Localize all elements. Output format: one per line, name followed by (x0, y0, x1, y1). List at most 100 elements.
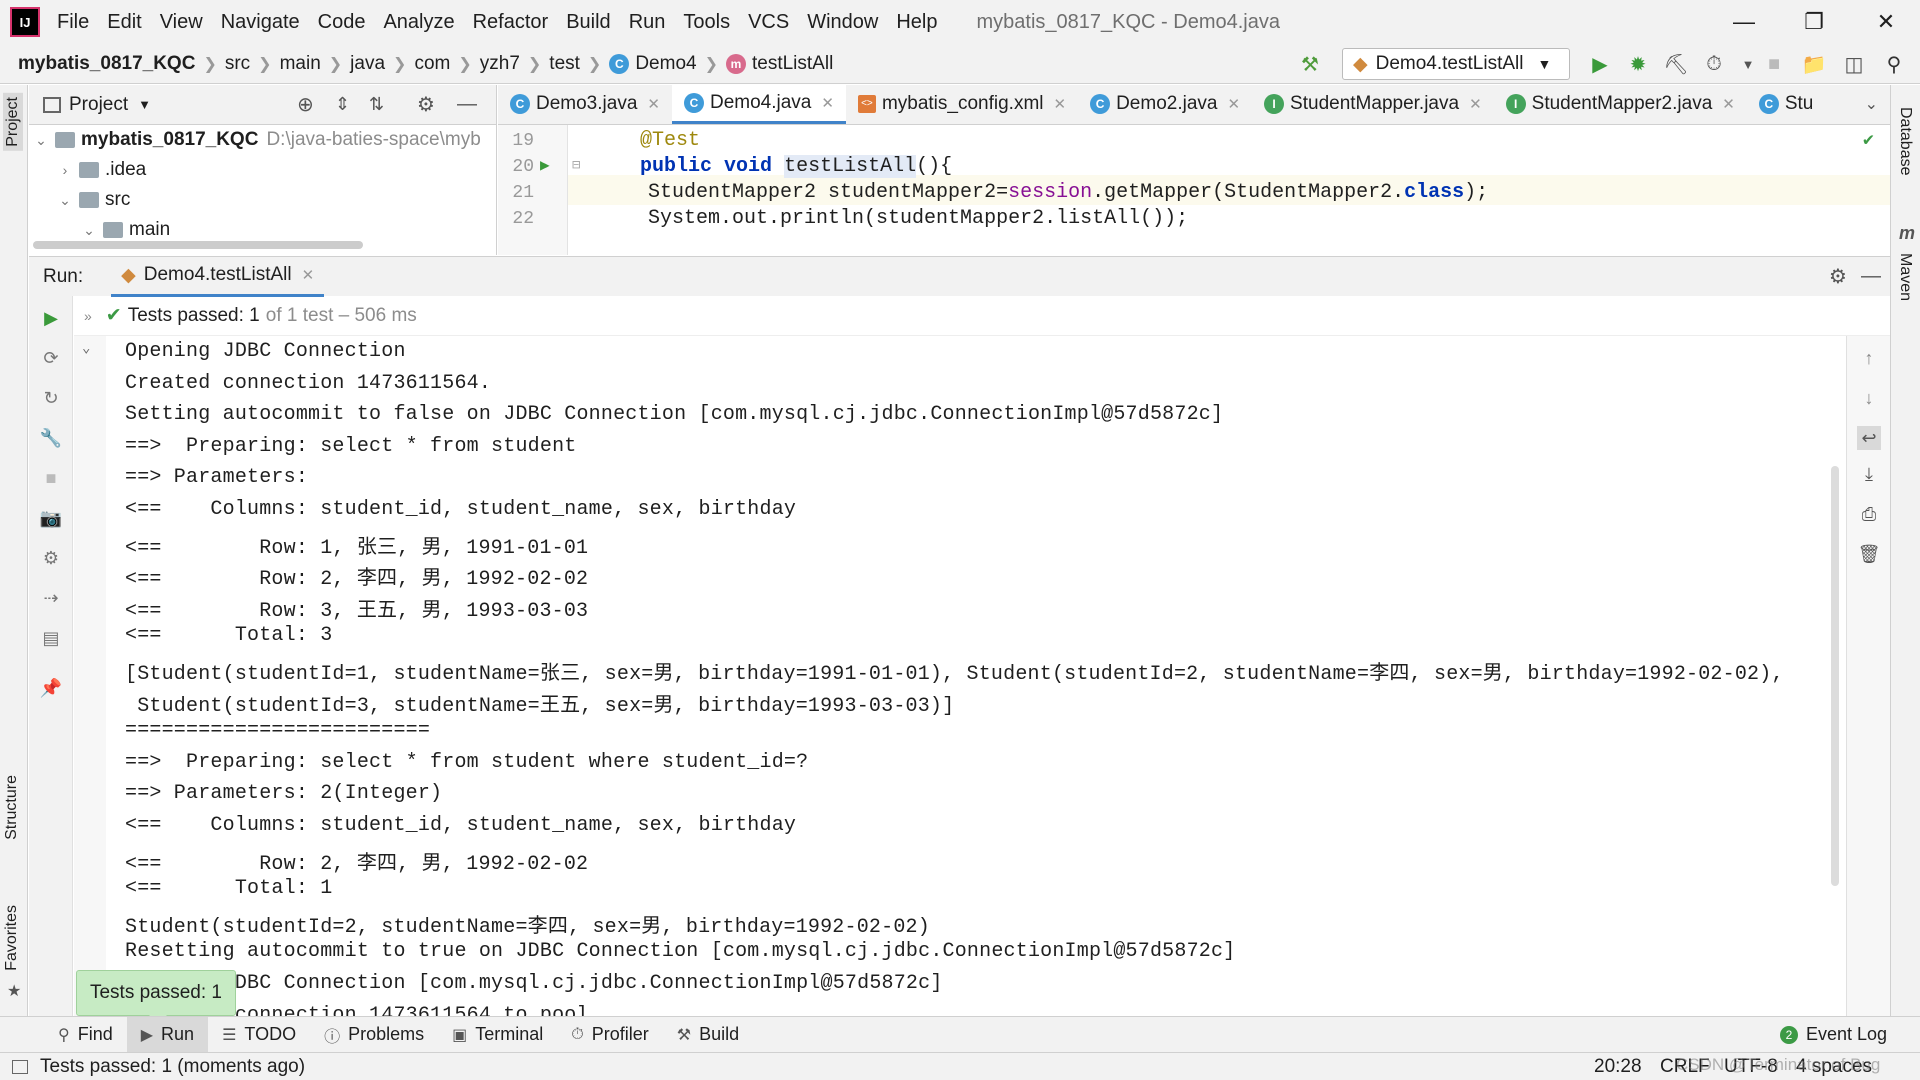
breadcrumb-class[interactable]: Demo4 (635, 53, 696, 75)
hide-panel-icon[interactable]: — (457, 93, 477, 116)
coverage-icon[interactable]: ⛏ (1662, 50, 1690, 78)
restore-icon[interactable]: ❐ (1784, 0, 1844, 44)
menu-navigate[interactable]: Navigate (212, 11, 309, 34)
chevron-down-icon[interactable]: ⌄ (81, 222, 97, 239)
tree-item-src[interactable]: ⌄ src (29, 185, 496, 215)
inspection-ok-icon[interactable]: ✔ (1863, 129, 1874, 151)
rerun-failed-icon[interactable]: ⟳ (39, 346, 63, 370)
fold-icon[interactable]: ⊟ (572, 157, 580, 174)
stop-icon[interactable]: ■ (1760, 50, 1788, 78)
profile-icon[interactable]: ⏱ (1700, 50, 1728, 78)
chevron-down-icon[interactable]: ⌄ (33, 132, 49, 149)
tab-stu[interactable]: C Stu (1747, 85, 1826, 124)
run-configuration-select[interactable]: ◆ Demo4.testListAll ▼ (1342, 48, 1570, 80)
structure-tool-tab[interactable]: Structure (3, 775, 21, 840)
layout-icon[interactable]: ◫ (1840, 50, 1868, 78)
breadcrumb-main[interactable]: main (280, 53, 321, 75)
expand-all-icon[interactable]: ⇕ (335, 94, 350, 115)
menu-analyze[interactable]: Analyze (374, 11, 463, 34)
chevron-right-icon[interactable]: › (57, 162, 73, 178)
run-test-gutter-icon[interactable]: ▶ (540, 155, 550, 175)
stop-icon[interactable]: ■ (39, 466, 63, 490)
menu-file[interactable]: File (48, 11, 98, 34)
tool-terminal[interactable]: ▣ Terminal (438, 1017, 557, 1053)
menu-code[interactable]: Code (309, 11, 375, 34)
toggle-autotest-icon[interactable]: ↻ (39, 386, 63, 410)
tree-item-idea[interactable]: › .idea (29, 155, 496, 185)
caret-position[interactable]: 20:28 (1594, 1056, 1642, 1078)
print-icon[interactable]: ⎙ (1857, 502, 1881, 526)
camera-icon[interactable]: 📷 (39, 506, 63, 530)
expand-icon[interactable]: » (84, 308, 92, 324)
breadcrumb-project[interactable]: mybatis_0817_KQC (18, 53, 195, 75)
tab-studentmapper[interactable]: I StudentMapper.java ✕ (1252, 85, 1494, 124)
project-panel-title[interactable]: Project (69, 94, 128, 116)
tab-demo3[interactable]: C Demo3.java ✕ (498, 85, 672, 124)
tool-build[interactable]: ⚒ Build (663, 1017, 753, 1053)
soft-wrap-icon[interactable]: ↩ (1857, 426, 1881, 450)
pin-icon[interactable]: 📌 (39, 676, 63, 700)
wrench-icon[interactable]: 🔧 (39, 426, 63, 450)
arrow-up-icon[interactable]: ↑ (1857, 346, 1881, 370)
rerun-icon[interactable]: ▶ (39, 306, 63, 330)
tab-demo2[interactable]: C Demo2.java ✕ (1078, 85, 1252, 124)
debug-icon[interactable]: ✹ (1624, 50, 1652, 78)
tool-profiler[interactable]: ⏱ Profiler (557, 1017, 663, 1053)
gear-icon[interactable]: ⚙ (1829, 264, 1847, 289)
console-scrollbar[interactable] (1831, 466, 1839, 886)
tool-find[interactable]: ⚲ Find (44, 1017, 127, 1053)
status-message[interactable]: Tests passed: 1 (moments ago) (40, 1056, 305, 1078)
settings-icon[interactable]: ⚙ (39, 546, 63, 570)
run-tab[interactable]: ◆ Demo4.testListAll ✕ (111, 257, 325, 297)
menu-build[interactable]: Build (557, 11, 619, 34)
favorites-tool-tab[interactable]: Favorites (3, 905, 21, 971)
minimize-icon[interactable]: — (1714, 0, 1774, 44)
tab-demo4[interactable]: C Demo4.java ✕ (671, 85, 846, 124)
close-tab-icon[interactable]: ✕ (1227, 95, 1240, 113)
horizontal-scrollbar[interactable] (33, 241, 363, 249)
chevron-down-icon[interactable]: ⌄ (57, 192, 73, 209)
breadcrumb-com[interactable]: com (414, 53, 450, 75)
menu-edit[interactable]: Edit (98, 11, 150, 34)
tab-mybatis-config[interactable]: <> mybatis_config.xml ✕ (846, 85, 1078, 124)
menu-help[interactable]: Help (887, 11, 946, 34)
breadcrumb-java[interactable]: java (350, 53, 385, 75)
search-icon[interactable]: ⚲ (1880, 50, 1908, 78)
more-run-chevron-icon[interactable]: ▼ (1734, 50, 1762, 78)
import-icon[interactable]: ⇢ (39, 586, 63, 610)
locate-icon[interactable]: ⊕ (297, 92, 314, 117)
menu-vcs[interactable]: VCS (739, 11, 798, 34)
menu-view[interactable]: View (151, 11, 212, 34)
tabs-overflow-chevron-icon[interactable]: ⌄ (1864, 94, 1878, 114)
collapse-all-icon[interactable]: ⇅ (369, 94, 384, 115)
chevron-down-icon[interactable]: ▼ (138, 97, 151, 112)
code-area[interactable]: 19 20 21 22 ▶ ⊟ @Test public void testLi… (498, 125, 1890, 255)
scroll-to-end-icon[interactable]: ⤓ (1857, 462, 1881, 486)
hide-panel-icon[interactable]: — (1861, 265, 1881, 288)
close-tab-icon[interactable]: ✕ (302, 266, 315, 284)
close-icon[interactable]: ✕ (1856, 0, 1916, 44)
close-tab-icon[interactable]: ✕ (1054, 95, 1067, 113)
tool-run[interactable]: ▶ Run (126, 1016, 209, 1053)
project-structure-icon[interactable]: 📁 (1800, 50, 1828, 78)
menu-refactor[interactable]: Refactor (464, 11, 558, 34)
close-tab-icon[interactable]: ✕ (821, 94, 834, 112)
tool-todo[interactable]: ☰ TODO (208, 1017, 310, 1053)
tool-problems[interactable]: ⓘ Problems (310, 1017, 438, 1053)
status-square-icon[interactable] (12, 1059, 28, 1074)
build-hammer-icon[interactable]: ⚒ (1296, 50, 1324, 78)
gear-icon[interactable]: ⚙ (417, 92, 435, 117)
project-tool-tab[interactable]: Project (3, 93, 23, 151)
trash-icon[interactable]: 🗑 (1857, 542, 1881, 566)
run-icon[interactable]: ▶ (1586, 50, 1614, 78)
breadcrumb-src[interactable]: src (225, 53, 250, 75)
tree-item-root[interactable]: ⌄ mybatis_0817_KQC D:\java-baties-space\… (29, 125, 496, 155)
close-tab-icon[interactable]: ✕ (1722, 95, 1735, 113)
menu-tools[interactable]: Tools (674, 11, 739, 34)
console-output[interactable]: ⌄ Opening JDBC Connection Created connect… (74, 336, 1844, 1016)
tool-event-log[interactable]: 2 Event Log (1766, 1017, 1901, 1053)
breadcrumb-method[interactable]: testListAll (752, 53, 833, 75)
tab-studentmapper2[interactable]: I StudentMapper2.java ✕ (1494, 85, 1747, 124)
tests-passed-toast[interactable]: Tests passed: 1 (76, 970, 236, 1024)
close-tab-icon[interactable]: ✕ (647, 95, 660, 113)
